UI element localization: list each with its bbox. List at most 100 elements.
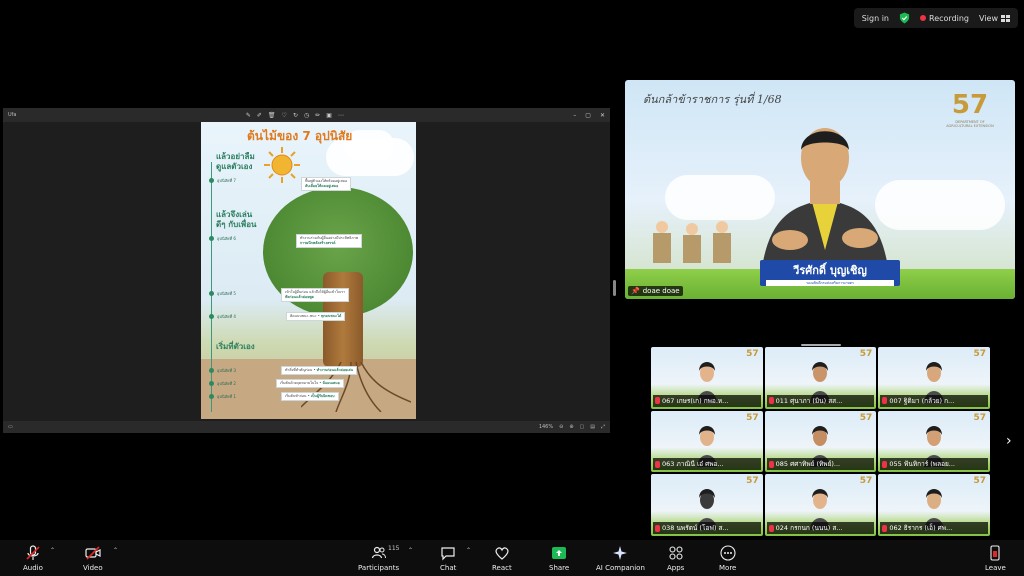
zoom-out-icon[interactable]: ⊖ bbox=[559, 424, 563, 430]
audio-button[interactable]: Audio bbox=[23, 545, 43, 572]
section-heading: แล้วอย่าลืม ดูแลตัวเอง bbox=[216, 152, 255, 171]
video-off-icon bbox=[85, 546, 101, 560]
bullet-icon bbox=[209, 368, 214, 373]
pen-icon[interactable]: ✏ bbox=[315, 112, 320, 119]
page-icon[interactable]: ▭ bbox=[8, 424, 13, 430]
share-toolbar: ✎ ✐ 🗑 ♡ ↻ ◷ ✏ ▣ ⋯ bbox=[246, 112, 344, 119]
share-button[interactable]: Share bbox=[549, 545, 569, 572]
participant-name-label: 085 ศศาทิพย์ (ทิพย์)... bbox=[766, 458, 875, 471]
participant-name-label: 067 เกษร(เก) กพอ.ห... bbox=[653, 394, 761, 407]
participant-name: 007 ฐิติมา (กล้วย) ก... bbox=[889, 396, 955, 405]
chevron-right-icon[interactable]: › bbox=[1006, 433, 1012, 449]
heart-icon[interactable]: ♡ bbox=[282, 112, 287, 119]
recording-label: Recording bbox=[929, 13, 970, 23]
tile-logo: 57 bbox=[859, 476, 873, 487]
audio-caret-icon[interactable]: ⌃ bbox=[50, 547, 55, 554]
habit-box: เริ่มต้นด้วยจุดหมายในใจ • มีแผนเสมอ bbox=[276, 379, 344, 388]
zoom-in-icon[interactable]: ⊕ bbox=[569, 424, 573, 430]
participant-name-label: 038 นพรัตน์ (โอฟ) ส... bbox=[653, 522, 761, 534]
shield-check-icon[interactable] bbox=[899, 12, 910, 24]
participant-tile[interactable]: 57 007 ฐิติมา (กล้วย) ก... bbox=[878, 347, 990, 409]
department-logo: 57 DEPARTMENT OF AGRICULTURAL EXTENSION bbox=[946, 90, 994, 128]
tile-logo: 57 bbox=[859, 349, 873, 359]
participants-caret-icon[interactable]: ⌃ bbox=[408, 547, 413, 554]
section-heading: แล้วจึงเล่นดีๆ กับเพื่อน bbox=[216, 210, 257, 229]
video-button[interactable]: Video bbox=[83, 545, 103, 572]
participants-label: Participants bbox=[358, 564, 400, 572]
habit-box: เริ่มต้นทำก่อน • เป็นผู้รับผิดชอบ bbox=[281, 392, 339, 401]
heart-icon bbox=[495, 547, 509, 560]
window-controls: – ▢ ✕ bbox=[573, 112, 605, 119]
ai-companion-button[interactable]: AI Companion bbox=[596, 545, 645, 572]
participant-tile[interactable]: 57 055 ฟ้นทิการ์ (พลอย... bbox=[878, 410, 990, 473]
minimize-icon[interactable]: – bbox=[573, 112, 576, 119]
participant-name: 038 นพรัตน์ (โอฟ) ส... bbox=[662, 524, 729, 532]
participant-tile[interactable]: 57 067 เกษร(เก) กพอ.ห... bbox=[651, 347, 763, 409]
splitter-handle[interactable] bbox=[613, 280, 616, 296]
section-heading: เริ่มที่ตัวเอง bbox=[216, 342, 255, 351]
tile-logo: 57 bbox=[973, 412, 986, 423]
layout-icon[interactable]: ▤ bbox=[590, 424, 595, 430]
habit-box: ทำงานร่วมกับผู้อื่นอย่างมีประสิทธิภาพ การ… bbox=[296, 234, 363, 248]
participant-label: 📌 doae doae bbox=[628, 286, 683, 296]
participant-tile[interactable]: 57 024 กรกนก (นนน) ส... bbox=[764, 474, 877, 536]
participant-name-label: 007 ฐิติมา (กล้วย) ก... bbox=[880, 394, 988, 407]
fit-icon[interactable]: ▢ bbox=[580, 424, 585, 430]
annotate-icon[interactable]: ✎ bbox=[246, 112, 251, 119]
rotate-icon[interactable]: ↻ bbox=[293, 112, 298, 119]
speaker-video[interactable]: ต้นกล้าข้าราชการ รุ่นที่ 1/68 57 DEPARTM… bbox=[625, 80, 1015, 299]
poster-title: ต้นไม้ของ 7 อุปนิสัย bbox=[247, 129, 353, 143]
signin-link[interactable]: Sign in bbox=[862, 14, 889, 23]
tile-logo: 57 bbox=[973, 476, 986, 487]
grid-icon bbox=[1001, 14, 1010, 22]
meeting-toolbar: Audio ⌃ Video ⌃ Participants 115 ⌃ Chat … bbox=[0, 540, 1024, 576]
clock-icon[interactable]: ◷ bbox=[304, 112, 309, 119]
top-bar: Sign in Recording View bbox=[853, 8, 1018, 28]
bullet-icon bbox=[209, 381, 214, 386]
participant-tile[interactable]: 57 063 ภาณินี เอ๋ ศพอ... bbox=[651, 410, 763, 473]
mic-muted-icon bbox=[655, 460, 660, 468]
chat-icon bbox=[441, 547, 455, 561]
ai-companion-label: AI Companion bbox=[596, 564, 645, 572]
participant-tile[interactable]: 57 062 ธิรากร (เอ็) ศพ... bbox=[878, 474, 990, 536]
chat-caret-icon[interactable]: ⌃ bbox=[466, 547, 471, 554]
tile-logo: 57 bbox=[746, 476, 759, 487]
app-icon[interactable]: ▣ bbox=[326, 112, 332, 119]
chat-button[interactable]: Chat bbox=[440, 545, 456, 572]
recording-indicator[interactable]: Recording bbox=[920, 14, 969, 23]
close-icon[interactable]: ✕ bbox=[600, 112, 605, 119]
participant-name-label: 063 ภาณินี เอ๋ ศพอ... bbox=[653, 458, 761, 471]
delete-icon[interactable]: 🗑 bbox=[268, 112, 276, 119]
mic-muted-icon bbox=[882, 460, 888, 468]
participant-tile[interactable]: 57 085 ศศาทิพย์ (ทิพย์)... bbox=[764, 410, 877, 473]
participant-name-label: 011 ศุนาภา (มิน) สส... bbox=[766, 394, 875, 407]
participant-tile[interactable]: 57 038 นพรัตน์ (โอฟ) ส... bbox=[651, 474, 763, 536]
bullet-icon bbox=[209, 178, 214, 183]
draw-icon[interactable]: ✐ bbox=[257, 112, 262, 119]
view-button[interactable]: View bbox=[979, 14, 1010, 23]
mic-muted-icon bbox=[26, 545, 40, 560]
habit-label: อุปนิสัยที่ 4 bbox=[209, 313, 236, 320]
mic-muted-icon bbox=[655, 524, 660, 532]
participant-name: 024 กรกนก (นนน) ส... bbox=[775, 524, 843, 532]
fullscreen-icon[interactable]: ⤢ bbox=[601, 424, 605, 430]
more-button[interactable]: More bbox=[719, 545, 736, 572]
share-window-title: Ufa bbox=[8, 112, 17, 118]
recording-dot-icon bbox=[920, 15, 926, 21]
habit-label: อุปนิสัยที่ 5 bbox=[209, 290, 236, 297]
participant-name-label: 055 ฟ้นทิการ์ (พลอย... bbox=[880, 458, 988, 471]
shared-screen[interactable]: Ufa ✎ ✐ 🗑 ♡ ↻ ◷ ✏ ▣ ⋯ – ▢ ✕ ต้นไม้ของ 7 … bbox=[3, 108, 610, 433]
participant-name: 055 ฟ้นทิการ์ (พลอย... bbox=[889, 460, 955, 469]
maximize-icon[interactable]: ▢ bbox=[585, 112, 591, 119]
leave-button[interactable]: Leave bbox=[985, 545, 1006, 572]
tile-logo: 57 bbox=[746, 349, 759, 359]
more-icon[interactable]: ⋯ bbox=[338, 112, 344, 119]
participant-tile[interactable]: 57 011 ศุนาภา (มิน) สส... bbox=[764, 347, 877, 409]
video-caret-icon[interactable]: ⌃ bbox=[113, 547, 118, 554]
participant-name-label: 024 กรกนก (นนน) ส... bbox=[766, 522, 875, 534]
react-button[interactable]: React bbox=[492, 545, 512, 572]
apps-button[interactable]: Apps bbox=[667, 545, 684, 572]
gallery-handle[interactable] bbox=[801, 344, 841, 346]
habit-label: อุปนิสัยที่ 7 bbox=[209, 177, 236, 184]
share-label: Share bbox=[549, 564, 570, 572]
